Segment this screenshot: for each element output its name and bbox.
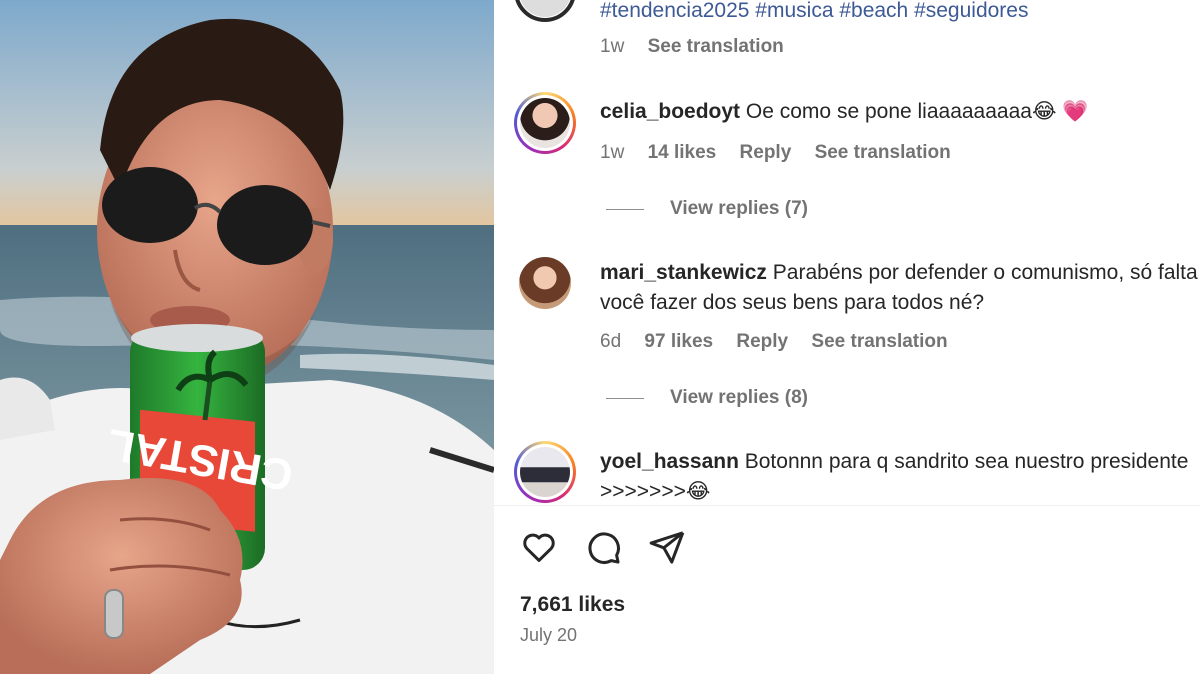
caption-translate-link[interactable]: See translation: [648, 36, 784, 57]
comment-body-line2: >>>>>>>: [600, 480, 686, 503]
laughing-emoji-icon: 😂: [685, 480, 711, 503]
share-icon[interactable]: [648, 528, 686, 566]
comment-text: celia_boedoyt Oe como se pone liaaaaaaaa…: [600, 97, 1200, 127]
view-replies-label[interactable]: View replies (8): [670, 387, 808, 409]
translate-link[interactable]: See translation: [815, 142, 951, 163]
replies-divider: [606, 208, 644, 210]
pink-heart-emoji-icon: 💗: [1062, 100, 1089, 123]
comments-list[interactable]: #tendencia2025 #musica #beach #seguidore…: [494, 0, 1200, 505]
caption-hashtags[interactable]: #tendencia2025 #musica #beach #seguidore…: [600, 0, 1200, 26]
caption-time: 1w: [600, 36, 625, 57]
comment-text: yoel_hassann Botonnn para q sandrito sea…: [600, 447, 1200, 477]
translate-link[interactable]: See translation: [811, 331, 947, 352]
comment-icon[interactable]: [584, 528, 622, 566]
comments-panel: #tendencia2025 #musica #beach #seguidore…: [494, 0, 1200, 674]
commenter-avatar-celia[interactable]: [514, 92, 576, 154]
view-replies-button[interactable]: View replies (8): [606, 387, 808, 409]
caption-meta: 1w See translation: [600, 36, 802, 58]
post-likes-count[interactable]: 7,661 likes: [520, 593, 625, 617]
reply-button[interactable]: Reply: [740, 142, 792, 163]
comment-meta: 1w 14 likes Reply See translation: [600, 142, 969, 164]
post-media[interactable]: CRISTAL: [0, 0, 494, 674]
comment-text-continued: >>>>>>>😂: [600, 477, 1200, 505]
post-date: July 20: [520, 625, 578, 645]
commenter-avatar-mari[interactable]: [514, 252, 576, 314]
comment-time: 6d: [600, 331, 622, 352]
action-bar: [520, 528, 686, 566]
reply-button[interactable]: Reply: [736, 331, 788, 352]
comment-time: 1w: [600, 142, 625, 163]
comment-likes[interactable]: 97 likes: [644, 331, 713, 352]
comment-username[interactable]: yoel_hassann: [600, 450, 739, 473]
selfie-photo: CRISTAL: [0, 0, 494, 674]
comment-username[interactable]: celia_boedoyt: [600, 100, 740, 123]
commenter-avatar-yoel[interactable]: [514, 441, 576, 503]
view-replies-label[interactable]: View replies (7): [670, 198, 808, 220]
comment-body: Botonnn para q sandrito sea nuestro pres…: [744, 450, 1189, 473]
replies-divider: [606, 397, 644, 399]
section-divider: [494, 505, 1200, 506]
comment-username[interactable]: mari_stankewicz: [600, 261, 767, 284]
heart-icon[interactable]: [520, 528, 558, 566]
author-avatar[interactable]: [514, 0, 576, 22]
comment-text-continued: você fazer dos seus bens para todos né?: [600, 291, 985, 314]
laughing-emoji-icon: 😂: [1031, 100, 1057, 123]
comment-likes[interactable]: 14 likes: [648, 142, 717, 163]
comment-body: Parabéns por defender o comunismo, só fa…: [772, 261, 1198, 284]
view-replies-button[interactable]: View replies (7): [606, 198, 808, 220]
comment-text: mari_stankewicz Parabéns por defender o …: [600, 258, 1200, 288]
comment-body: Oe como se pone liaaaaaaaaa: [745, 100, 1032, 123]
comment-meta: 6d 97 likes Reply See translation: [600, 331, 966, 353]
